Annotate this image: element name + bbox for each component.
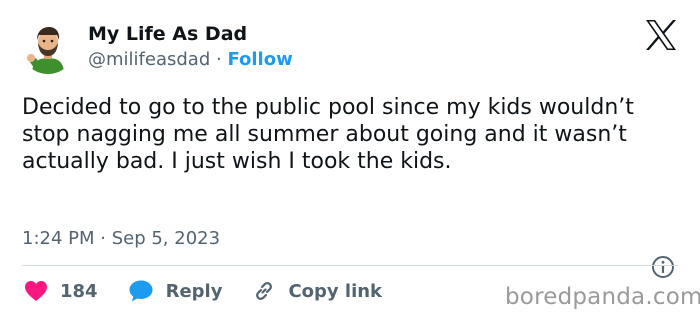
tweet-timestamp[interactable]: 1:24 PM · Sep 5, 2023: [22, 227, 220, 251]
x-logo-icon[interactable]: [644, 18, 678, 52]
avatar-illustration: [20, 18, 76, 74]
reply-button[interactable]: Reply: [128, 279, 223, 303]
separator-dot: ·: [215, 49, 222, 70]
tweet-text: Decided to go to the public pool since m…: [22, 95, 634, 174]
divider: [22, 265, 678, 266]
speech-bubble-icon: [128, 279, 154, 303]
watermark: boredpanda.com: [505, 284, 700, 310]
action-bar: 184 Reply Copy link: [24, 278, 382, 304]
avatar[interactable]: [20, 18, 76, 74]
reply-label: Reply: [165, 280, 223, 302]
follow-button[interactable]: Follow: [227, 49, 292, 70]
author-info: My Life As Dad @milifeasdad · Follow: [88, 22, 293, 72]
copy-link-button[interactable]: Copy link: [252, 279, 382, 303]
heart-icon: [24, 280, 48, 302]
display-name[interactable]: My Life As Dad: [88, 22, 293, 46]
info-icon[interactable]: [651, 255, 675, 279]
link-icon: [252, 279, 276, 303]
like-button[interactable]: 184: [24, 280, 98, 302]
tweet-card: My Life As Dad @milifeasdad · Follow Dec…: [0, 0, 700, 318]
copy-link-label: Copy link: [288, 280, 383, 302]
handle[interactable]: @milifeasdad: [88, 49, 210, 70]
like-count: 184: [60, 280, 98, 302]
handle-row: @milifeasdad · Follow: [88, 48, 293, 72]
